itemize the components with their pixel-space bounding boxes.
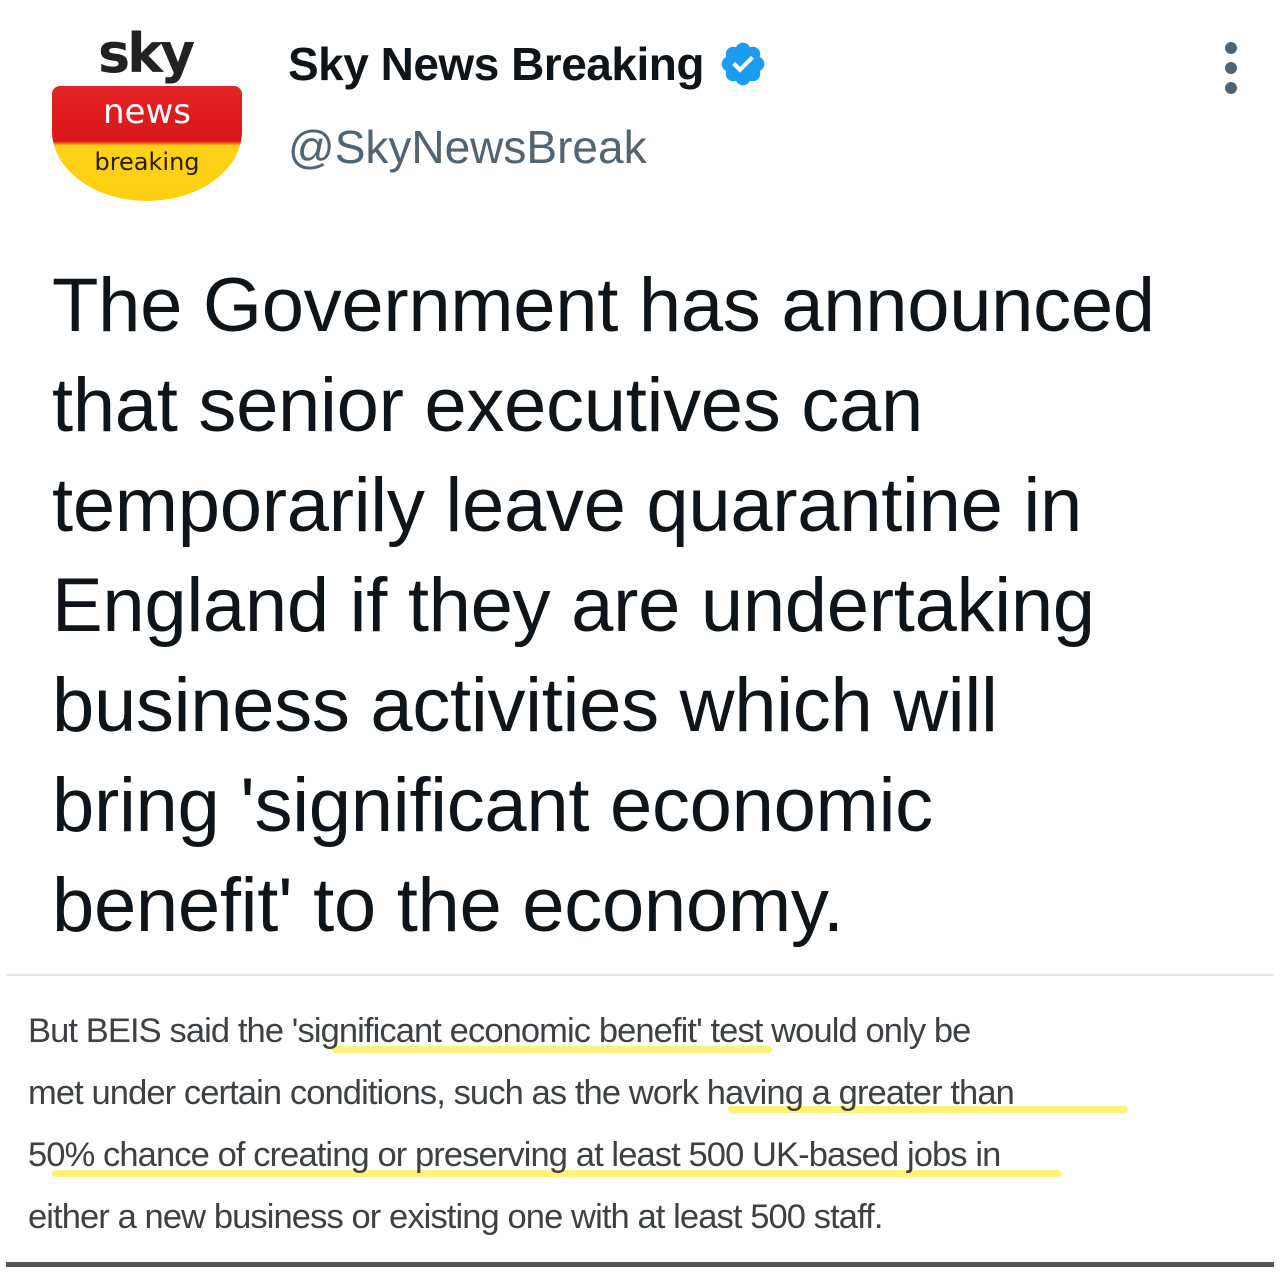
more-options-icon xyxy=(1225,82,1237,94)
tweet-text: The Government has announced that senior… xyxy=(52,256,1242,956)
divider xyxy=(6,1262,1274,1267)
logo-news-text: news xyxy=(103,92,191,132)
logo-breaking-text: breaking xyxy=(94,148,200,176)
more-options-icon xyxy=(1225,62,1237,74)
excerpt-line-text: met under certain conditions, such as th… xyxy=(28,1074,1015,1112)
verified-badge-icon xyxy=(721,42,765,86)
tweet-text-line: The Government has announced xyxy=(52,263,1155,348)
display-name[interactable]: Sky News Breaking xyxy=(288,37,704,91)
more-options-icon xyxy=(1225,42,1237,54)
tweet-text-line: benefit' to the economy. xyxy=(52,863,844,948)
article-excerpt-image[interactable]: But BEIS said the 'significant economic … xyxy=(28,1000,1268,1248)
excerpt-line: 50% chance of creating or preserving at … xyxy=(28,1124,1268,1186)
divider xyxy=(6,974,1274,976)
more-options-button[interactable] xyxy=(1208,36,1256,100)
sky-news-breaking-avatar[interactable]: sky news breaking xyxy=(48,16,248,216)
tweet-text-line: bring 'significant economic xyxy=(52,763,933,848)
excerpt-line: But BEIS said the 'significant economic … xyxy=(28,1000,1268,1062)
excerpt-line: either a new business or existing one wi… xyxy=(28,1186,1268,1248)
excerpt-line-text: But BEIS said the 'significant economic … xyxy=(28,1012,971,1050)
tweet-text-line: that senior executives can xyxy=(52,363,923,448)
logo-badge: news breaking xyxy=(52,86,242,201)
excerpt-line-text: 50% chance of creating or preserving at … xyxy=(28,1136,1001,1174)
logo-sky-text: sky xyxy=(98,22,195,85)
tweet-text-line: temporarily leave quarantine in xyxy=(52,463,1082,548)
excerpt-line: met under certain conditions, such as th… xyxy=(28,1062,1268,1124)
tweet-text-line: England if they are undertaking xyxy=(52,563,1095,648)
tweet-screenshot: sky news breaking Sky News Breaking @Sky… xyxy=(0,0,1280,1280)
excerpt-line-text: either a new business or existing one wi… xyxy=(28,1198,883,1236)
user-handle[interactable]: @SkyNewsBreak xyxy=(288,120,647,174)
tweet-text-line: business activities which will xyxy=(52,663,998,748)
display-name-row[interactable]: Sky News Breaking xyxy=(288,34,768,94)
